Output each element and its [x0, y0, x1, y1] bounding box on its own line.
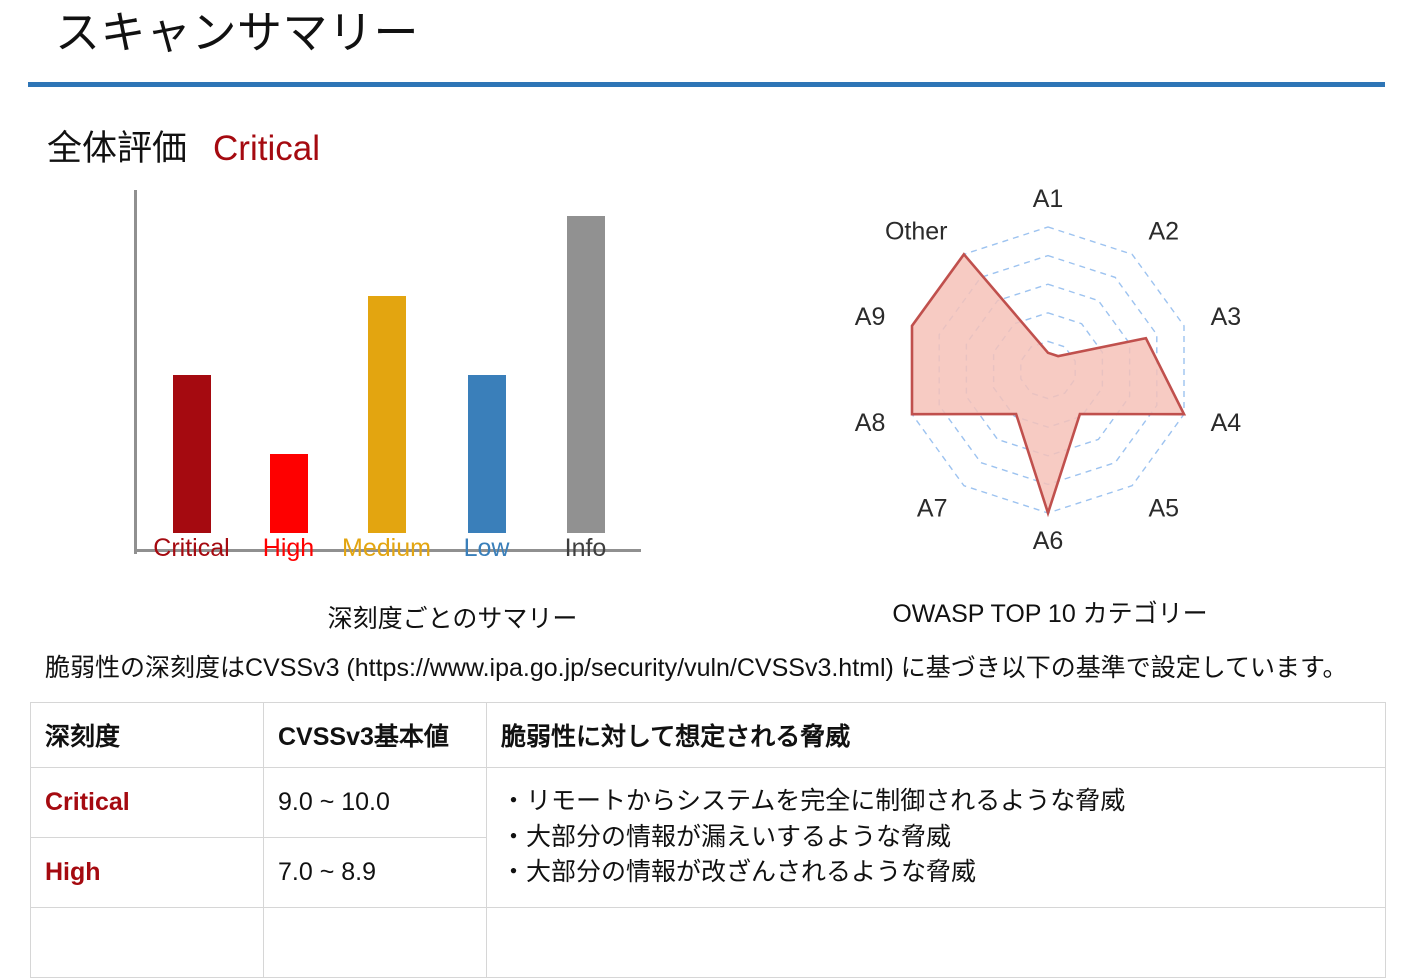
- bar-rect-high: [269, 453, 308, 533]
- radar-axis-label: A9: [855, 303, 886, 331]
- radar-axis-label: A3: [1211, 303, 1242, 331]
- overall-rating-value: Critical: [213, 129, 320, 168]
- cvss-note-text: 脆弱性の深刻度はCVSSv3 (https://www.ipa.go.jp/se…: [45, 654, 1348, 682]
- radar-axis-label: Other: [885, 218, 948, 246]
- bar-label-medium: Medium: [342, 534, 431, 562]
- overall-rating-label: 全体評価: [47, 129, 188, 168]
- bar-rect-low: [467, 374, 506, 533]
- radar-axis-label: A6: [1033, 527, 1064, 555]
- table-cell-score-high: 7.0 ~ 8.9: [263, 837, 487, 908]
- bar-rect-info: [566, 216, 605, 533]
- bar-label-low: Low: [463, 534, 510, 562]
- bar-chart-y-axis: [134, 190, 137, 554]
- bar-label-high: High: [262, 534, 315, 562]
- radar-axis-label: A7: [917, 494, 948, 522]
- radar-chart-caption: OWASP TOP 10 カテゴリー: [892, 600, 1208, 628]
- bar-label-info: Info: [564, 534, 607, 562]
- table-cell-threat-list: ・リモートからシステムを完全に制御されるような脅威 ・大部分の情報が漏えいするよ…: [486, 767, 1386, 908]
- table-row: [30, 907, 1386, 978]
- table-header-threat: 脆弱性に対して想定される脅威: [486, 702, 1386, 768]
- bar-rect-medium: [367, 295, 406, 533]
- page-title: スキャンサマリー: [55, 7, 420, 58]
- bar-label-critical: Critical: [153, 534, 230, 562]
- severity-criteria-table: 深刻度 CVSSv3基本値 脆弱性に対して想定される脅威 Critical 9.…: [30, 702, 1386, 978]
- bar-chart-caption: 深刻度ごとのサマリー: [327, 605, 578, 633]
- table-cell-severity-next: [30, 907, 264, 978]
- severity-bar-chart: 2 Critical 1 High 3 Medium 2 Low 4 Info …: [120, 185, 665, 633]
- table-row: Critical 9.0 ~ 10.0 ・リモートからシステムを完全に制御される…: [30, 767, 1386, 908]
- radar-axis-label: A2: [1149, 218, 1180, 246]
- table-cell-severity-critical: Critical: [30, 767, 264, 838]
- owasp-radar-chart: A1 A2 A3 A4 A5 A6 A7 A8 A9 Other: [830, 180, 1270, 560]
- overall-rating: 全体評価 Critical: [47, 120, 320, 171]
- threat-line: ・リモートからシステムを完全に制御されるような脅威: [501, 787, 1126, 816]
- table-cell-score-next: [263, 907, 487, 978]
- threat-line: ・大部分の情報が改ざんされるような脅威: [501, 858, 977, 887]
- title-underline-rule: [28, 82, 1385, 87]
- radar-data-polygon: [910, 252, 1187, 518]
- table-header-severity: 深刻度: [30, 702, 264, 768]
- threat-line: ・大部分の情報が漏えいするような脅威: [501, 822, 952, 851]
- radar-axis-label: A8: [855, 409, 886, 437]
- table-cell-threat-next: [486, 907, 1386, 978]
- radar-axis-label: A1: [1033, 185, 1064, 213]
- table-cell-score-critical: 9.0 ~ 10.0: [263, 767, 487, 838]
- table-cell-severity-high: High: [30, 837, 264, 908]
- radar-axis-label: A5: [1149, 494, 1180, 522]
- radar-axis-label: A4: [1211, 409, 1242, 437]
- table-header-row: 深刻度 CVSSv3基本値 脆弱性に対して想定される脅威: [30, 702, 1386, 768]
- bar-rect-critical: [172, 374, 211, 533]
- table-header-score: CVSSv3基本値: [263, 702, 487, 768]
- radar-svg: A1 A2 A3 A4 A5 A6 A7 A8 A9 Other: [855, 185, 1242, 555]
